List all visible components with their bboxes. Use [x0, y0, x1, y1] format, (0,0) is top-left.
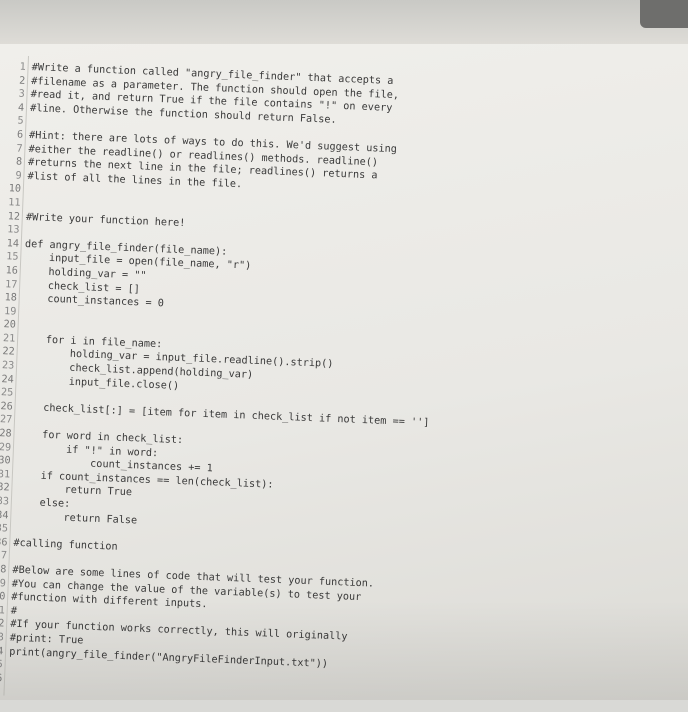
line-number: 39 [0, 577, 7, 590]
line-number: 11 [8, 197, 21, 209]
line-number: 35 [0, 523, 9, 535]
line-number: 20 [3, 319, 17, 331]
window-top-bar [0, 0, 688, 44]
line-number: 34 [0, 509, 9, 522]
line-number: 16 [5, 265, 19, 277]
line-number: 40 [0, 591, 6, 603]
line-number: 14 [6, 237, 20, 250]
line-number: 23 [1, 360, 15, 372]
line-number: 24 [1, 373, 14, 386]
code-view: 1 #Write a function called "angry_file_fi… [0, 60, 688, 712]
line-number: 46 [0, 672, 3, 685]
line-number: 5 [17, 115, 24, 128]
line-number: 30 [0, 455, 11, 467]
line-number: 25 [0, 387, 14, 399]
line-number: 6 [16, 129, 24, 141]
line-number: 17 [4, 278, 18, 291]
line-number: 29 [0, 441, 12, 454]
line-number: 28 [0, 428, 12, 440]
line-number: 12 [7, 210, 21, 223]
line-number: 22 [2, 346, 15, 359]
line-number: 21 [2, 333, 16, 345]
line-number: 7 [16, 143, 23, 155]
line-number: 8 [15, 156, 23, 168]
line-number: 1 [19, 61, 26, 73]
line-number: 31 [0, 468, 11, 481]
line-number: 13 [6, 224, 20, 236]
line-number: 37 [0, 550, 8, 562]
line-number: 36 [0, 536, 8, 549]
line-number: 43 [0, 631, 5, 644]
line-number: 2 [18, 75, 26, 87]
top-tab[interactable] [640, 0, 688, 28]
line-number: 10 [8, 183, 22, 196]
line-number: 33 [0, 496, 10, 508]
line-number: 3 [18, 88, 25, 101]
line-number: 4 [17, 102, 25, 114]
line-number: 41 [0, 604, 6, 617]
line-number: 32 [0, 482, 10, 494]
line-number: 18 [4, 292, 18, 304]
line-number: 26 [0, 400, 13, 413]
line-number: 38 [0, 563, 7, 576]
line-number: 42 [0, 618, 5, 630]
code-text[interactable]: # [11, 604, 18, 618]
line-number: 27 [0, 414, 13, 427]
line-number: 9 [15, 170, 22, 182]
line-number: 15 [5, 251, 19, 264]
line-number: 45 [0, 659, 3, 671]
line-number: 19 [3, 305, 17, 318]
